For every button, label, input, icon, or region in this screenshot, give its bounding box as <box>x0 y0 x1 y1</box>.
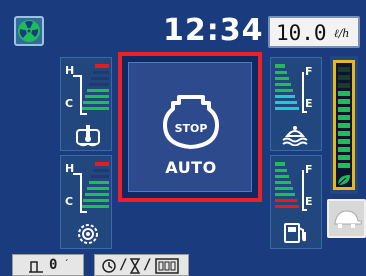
engine-stop-icon: STOP <box>163 95 219 149</box>
slow-mode-button[interactable] <box>327 199 366 238</box>
clock-icon <box>102 259 116 273</box>
fuel-level-gauge: F E <box>270 57 322 151</box>
fan-button[interactable] <box>14 16 44 46</box>
fuel-rate-unit: ℓ/h <box>334 27 350 40</box>
odometer-display: 0 ˊ <box>12 254 84 276</box>
coolant-level-bars <box>73 64 109 115</box>
leaf-eco-icon <box>337 175 350 186</box>
hydraulic-oil-temperature-gauge: H C <box>60 155 112 249</box>
engine-temperature-icon <box>76 125 100 147</box>
def-level-bars <box>275 162 307 211</box>
eco-level-gauge <box>330 56 358 194</box>
hour-meter-separator-1: / <box>119 257 128 273</box>
counter-icon <box>155 258 179 274</box>
def-level-gauge: F E <box>270 155 322 249</box>
hour-meter-separator-2: / <box>143 257 152 273</box>
def-adblue-icon <box>282 126 308 146</box>
hourglass-icon <box>129 258 141 274</box>
fuel-rate-value: 10.0 <box>276 21 327 45</box>
stop-icon-text: STOP <box>175 122 208 135</box>
eco-gauge-frame <box>333 60 355 190</box>
machine-monitor-screen: 12:34 10.0 ℓ/h H C H C STOP AUTO F E F E… <box>0 0 366 276</box>
coolant-temperature-gauge: H C <box>60 57 112 151</box>
fan-icon <box>18 20 40 42</box>
hydraulic-oil-temperature-icon <box>78 224 98 244</box>
hour-meter-display: / / <box>94 254 189 276</box>
auto-label: AUTO <box>165 158 217 177</box>
odometer-tick: ˊ <box>65 259 69 270</box>
odometer-value: 0 <box>49 257 58 273</box>
hydraulic-level-bars <box>73 162 109 213</box>
engine-auto-stop-alert: STOP AUTO <box>118 52 262 202</box>
clock-display: 12:34 <box>163 13 264 48</box>
fuel-consumption-display: 10.0 ℓ/h <box>268 16 360 48</box>
alert-panel: STOP AUTO <box>128 62 252 192</box>
eco-level-bars <box>338 67 350 168</box>
fuel-icon <box>284 223 306 243</box>
turtle-slow-mode-icon <box>334 210 362 228</box>
odometer-icon <box>29 261 43 273</box>
fuel-level-bars <box>275 64 307 113</box>
